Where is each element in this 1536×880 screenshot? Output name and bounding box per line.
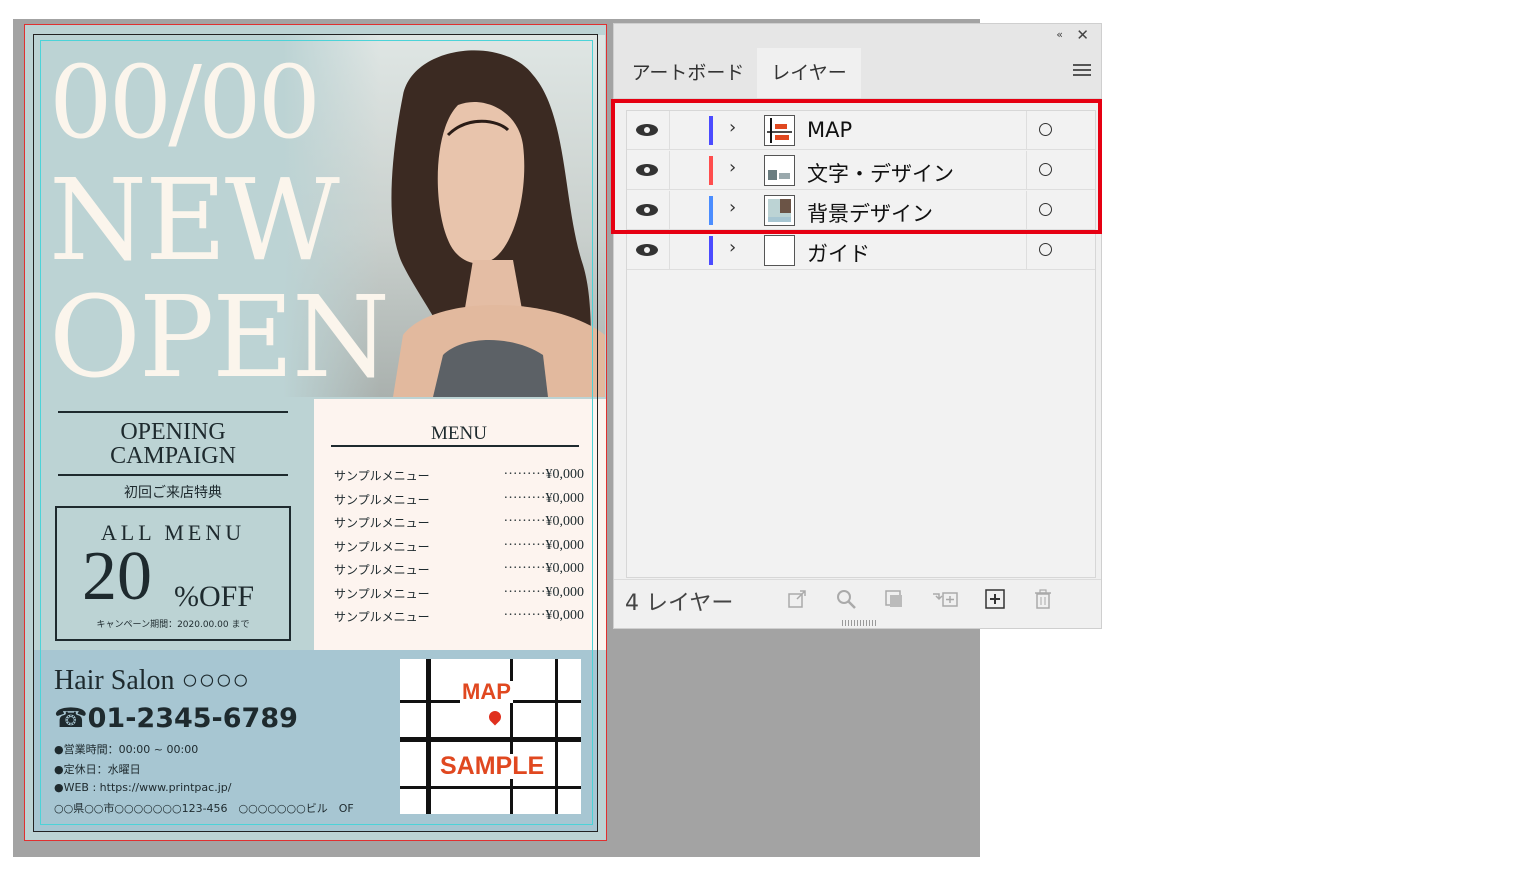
campaign-subtitle: 初回ご来店特典 — [124, 485, 222, 501]
panel-title-bar: « ✕ — [614, 24, 1101, 48]
eye-icon[interactable] — [635, 123, 659, 137]
map-road — [400, 786, 581, 789]
menu-rule — [331, 445, 579, 447]
search-icon[interactable] — [835, 588, 857, 610]
map-road — [400, 737, 581, 742]
salon-closed-day: ●定休日：水曜日 — [54, 763, 141, 776]
target-circle-icon[interactable] — [1039, 123, 1052, 136]
target-circle-icon[interactable] — [1039, 163, 1052, 176]
layer-name[interactable]: 文字・デザイン — [807, 158, 954, 188]
row-divider — [669, 231, 670, 270]
map-label: MAP — [460, 679, 513, 704]
row-divider — [1026, 191, 1027, 230]
layer-row-guide[interactable]: › ガイド — [627, 231, 1095, 270]
layer-thumbnail — [764, 115, 795, 146]
layer-name[interactable]: ガイド — [807, 238, 870, 268]
new-sublayer-icon[interactable] — [931, 588, 959, 610]
row-divider — [669, 111, 670, 150]
layer-count: 4 レイヤー — [625, 591, 734, 616]
layer-thumbnail — [764, 195, 795, 226]
salon-web: ●WEB : https://www.printpac.jp/ — [54, 781, 232, 794]
layer-list: › MAP › 文字・デザイン › 背景デザイン › ガイド — [626, 110, 1096, 578]
export-icon[interactable] — [786, 588, 808, 610]
campaign-title-line2: CAMPAIGN — [110, 443, 236, 469]
headline-date: 00/00 — [49, 44, 321, 161]
offer-unit: %OFF — [174, 580, 255, 613]
layer-name[interactable]: 背景デザイン — [807, 198, 933, 228]
expand-chevron-icon[interactable]: › — [729, 237, 736, 258]
headline-new: NEW — [49, 156, 340, 286]
layers-panel: « ✕ アートボード レイヤー › MAP › 文字・デザイン › 背景デザイン… — [613, 23, 1102, 629]
layer-row-map[interactable]: › MAP — [627, 111, 1095, 150]
salon-hours: ●営業時間：00:00 ~ 00:00 — [54, 743, 199, 756]
menu-list: サンプルメニュー ·········¥0,000 サンプルメニュー ········… — [334, 467, 584, 632]
layer-color-swatch — [709, 156, 713, 185]
layer-row-text-design[interactable]: › 文字・デザイン — [627, 151, 1095, 190]
salon-name: Hair Salon ○○○○ — [54, 665, 250, 696]
row-divider — [1026, 231, 1027, 270]
row-divider — [1026, 111, 1027, 150]
expand-chevron-icon[interactable]: › — [729, 117, 736, 138]
row-divider — [669, 191, 670, 230]
panel-tabs: アートボード レイヤー — [614, 48, 1101, 99]
panel-menu-icon[interactable] — [1073, 64, 1091, 78]
offer-number: 20 — [82, 538, 152, 615]
menu-panel: MENU サンプルメニュー ·········¥0,000 サンプルメニュー ···… — [314, 399, 606, 650]
delete-trash-icon[interactable] — [1032, 588, 1054, 610]
offer-box: ALL MENU 20 %OFF キャンペーン期間：2020.00.00 まで — [55, 506, 291, 641]
new-layer-icon[interactable] — [984, 588, 1006, 610]
panel-footer: 4 レイヤー — [614, 579, 1101, 620]
panel-resize-grip[interactable] — [842, 620, 878, 626]
eye-icon[interactable] — [635, 203, 659, 217]
menu-item: サンプルメニュー ·········¥0,000 — [334, 514, 584, 530]
map-pin-icon — [486, 708, 504, 726]
salon-phone: ☎01-2345-6789 — [54, 703, 298, 734]
row-divider — [669, 151, 670, 190]
clipping-mask-icon[interactable] — [883, 588, 905, 610]
menu-item: サンプルメニュー ·········¥0,000 — [334, 537, 584, 554]
expand-chevron-icon[interactable]: › — [729, 197, 736, 218]
eye-icon[interactable] — [635, 163, 659, 177]
campaign-rule-bottom — [58, 474, 288, 476]
layer-thumbnail — [764, 235, 795, 266]
target-circle-icon[interactable] — [1039, 243, 1052, 256]
menu-item: サンプルメニュー ·········¥0,000 — [334, 490, 584, 507]
headline-open: OPEN — [49, 273, 390, 403]
artboard-flyer[interactable]: 00/00 NEW OPEN OPENING CAMPAIGN 初回ご来店特典 … — [24, 24, 607, 841]
menu-item: サンプルメニュー ·········¥0,000 — [334, 584, 584, 601]
campaign-rule-top — [58, 411, 288, 413]
layer-color-swatch — [709, 116, 713, 145]
collapse-panel-icon[interactable]: « — [1056, 28, 1063, 41]
layer-name[interactable]: MAP — [807, 118, 852, 142]
tab-artboard[interactable]: アートボード — [622, 48, 754, 98]
campaign-title: OPENING CAMPAIGN — [58, 420, 288, 468]
menu-item: サンプルメニュー ·········¥0,000 — [334, 608, 584, 624]
salon-address: ○○県○○市○○○○○○○123-456 ○○○○○○○ビル OF — [54, 802, 354, 815]
menu-item: サンプルメニュー ·········¥0,000 — [334, 467, 584, 483]
menu-item: サンプルメニュー ·········¥0,000 — [334, 561, 584, 577]
campaign-title-line1: OPENING — [120, 419, 226, 445]
layer-color-swatch — [709, 196, 713, 225]
layer-thumbnail — [764, 155, 795, 186]
layer-row-background-design[interactable]: › 背景デザイン — [627, 191, 1095, 230]
offer-period: キャンペーン期間：2020.00.00 まで — [96, 620, 250, 630]
map-sample-label: SAMPLE — [438, 752, 547, 780]
target-circle-icon[interactable] — [1039, 203, 1052, 216]
layer-color-swatch — [709, 236, 713, 265]
eye-icon[interactable] — [635, 243, 659, 257]
menu-title: MENU — [431, 423, 487, 444]
map-sample-image: MAP SAMPLE — [400, 659, 581, 814]
close-panel-icon[interactable]: ✕ — [1076, 26, 1089, 44]
row-divider — [1026, 151, 1027, 190]
tab-layers[interactable]: レイヤー — [757, 48, 861, 98]
expand-chevron-icon[interactable]: › — [729, 157, 736, 178]
